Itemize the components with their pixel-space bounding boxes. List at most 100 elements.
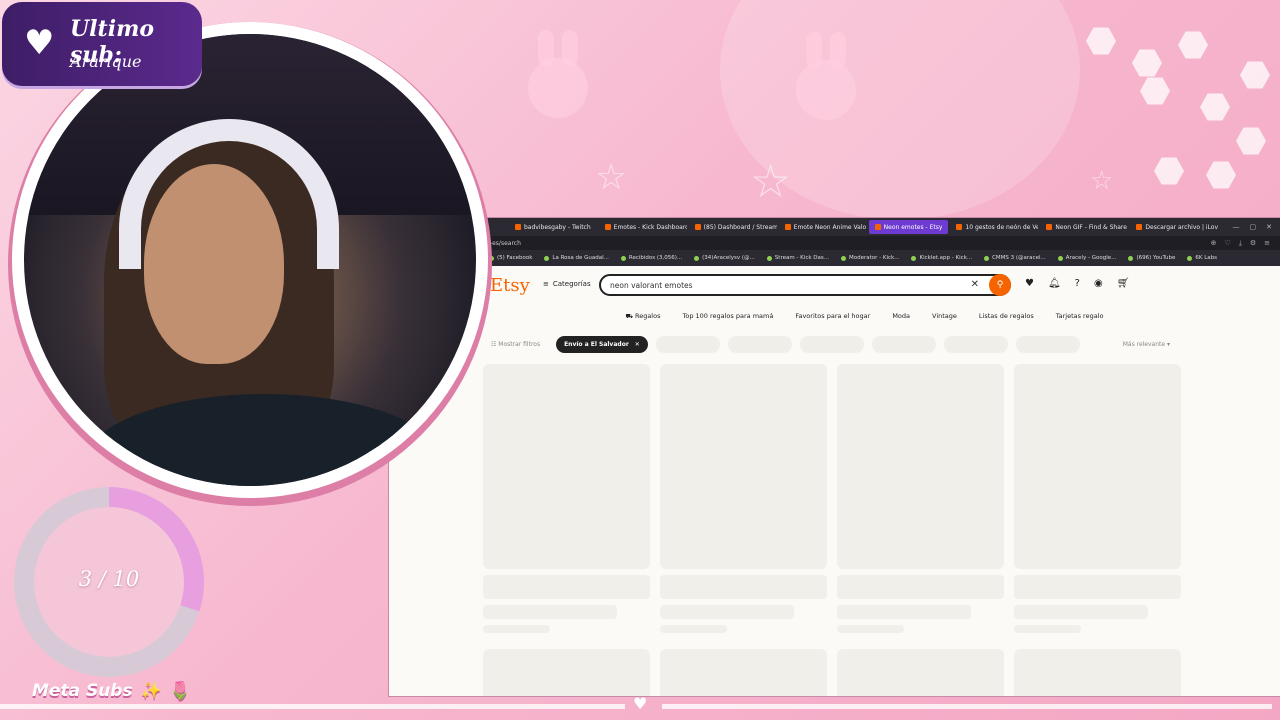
hexagon-icon [1206,161,1236,189]
remove-filter-icon[interactable]: ✕ [635,341,640,348]
filter-placeholder [871,336,936,353]
nav-item[interactable]: Regalos [626,312,661,321]
nav-item[interactable]: Moda [892,312,910,320]
bookmark-item[interactable]: Moderator - Kick... [841,255,899,261]
bookmark-item[interactable]: CMMS 3 (@aracel... [984,255,1046,261]
search-value[interactable]: neon valorant emotes [610,281,693,290]
hexagon-icon [1178,31,1208,59]
browser-tab[interactable]: badvibesgaby - Twitch [509,220,597,234]
clear-search-icon[interactable]: ✕ [971,279,979,290]
categories-label: Categorías [552,280,591,288]
tab-label: 10 gestos de neón de Ve [965,223,1039,231]
bookmark-favicon-icon [1057,255,1063,261]
bookmark-favicon-icon [620,255,626,261]
placeholder-bar [660,575,827,599]
placeholder-bar [483,625,550,633]
search-icon: ⚲ [996,280,1004,290]
maximize-icon[interactable]: ▢ [1250,223,1257,231]
bookmark-label: CMMS 3 (@aracel... [992,255,1046,261]
nav-item[interactable]: Listas de regalos [979,312,1034,320]
show-filters-button[interactable]: ☷ Mostrar filtros [483,336,548,353]
extensions-icon[interactable]: ⚙ [1250,239,1256,248]
help-icon[interactable]: ? [1075,278,1080,289]
window-controls[interactable]: — ▢ ✕ [1233,223,1280,231]
browser-tab[interactable]: Neon emotes - Etsy [868,220,949,234]
etsy-header: Etsy ≡ Categorías neon valorant emotes ✕ … [389,266,1280,306]
download-icon[interactable]: ⤓ [1239,239,1242,248]
results-grid [483,364,1181,696]
placeholder-bar [837,625,904,633]
hexagon-icon [1200,93,1230,121]
placeholder-bar [483,575,650,599]
close-icon[interactable]: ✕ [1266,223,1272,231]
tab-label: Emote Neon Anime Valo [793,223,867,231]
tab-label: Neon emotes - Etsy [883,223,943,231]
browser-toolbar: ⊕ ♡ ⤓ ⚙ ≡ [1211,239,1280,248]
browser-tab[interactable]: Descargar archivo | iLove [1130,220,1218,234]
hexagon-icon [1154,157,1184,185]
cart-icon[interactable]: 🛒︎ [1117,278,1130,289]
nav-item[interactable]: Tarjetas regalo [1056,312,1104,320]
category-nav: Regalos Top 100 regalos para mamá Favorito… [389,306,1280,326]
listing-skeleton [1014,364,1181,696]
browser-tab[interactable]: (85) Dashboard / Stream [689,220,777,234]
listing-image-placeholder [483,364,650,569]
listing-skeleton [483,364,650,696]
search-button[interactable]: ⚲ [989,274,1011,296]
placeholder-bar [1014,605,1148,619]
notifications-icon[interactable]: 🔔︎ [1048,278,1061,289]
webcam-feed [24,34,476,486]
bookmark-item[interactable]: Aracely - Google... [1057,255,1116,261]
bunny-icon [528,30,588,118]
browser-tab[interactable]: Emote Neon Anime Valo [779,220,867,234]
divider-line [662,704,1272,709]
listing-image-placeholder [837,649,1004,696]
search-input[interactable]: neon valorant emotes ✕ ⚲ [599,274,1011,296]
heart-icon: ♥ [24,23,55,63]
nav-item[interactable]: Top 100 regalos para mamá [682,312,773,320]
nav-item[interactable]: Vintage [932,312,957,320]
tab-label: badvibesgaby - Twitch [524,223,591,231]
tulip-icon: 🌷 [169,681,191,701]
meta-subs-text: Meta Subs [32,681,133,701]
browser-tab[interactable]: Emotes - Kick Dashboard [599,220,687,234]
active-filter-chip[interactable]: Envío a El Salvador ✕ [556,336,648,353]
bookmark-item[interactable]: Stream - Kick Das... [766,255,829,261]
bookmark-item[interactable]: La Rosa de Guadal... [544,255,609,261]
sort-label: Más relevante [1122,341,1166,348]
etsy-icon [956,224,963,230]
etsy-logo[interactable]: Etsy [490,275,530,296]
bookmark-item[interactable]: Recibidos (3,056)... [620,255,682,261]
bookmark-favicon-icon [766,255,772,261]
bookmark-item[interactable]: (34)Aracelysv (@... [694,255,755,261]
categories-button[interactable]: ≡ Categorías [543,280,591,288]
active-filter-label: Envío a El Salvador [564,341,629,348]
sort-dropdown[interactable]: Más relevante ▾ [1123,341,1170,348]
zoom-icon[interactable]: ⊕ [1211,239,1217,248]
bookmark-item[interactable]: Kicklet.app - Kick... [911,255,972,261]
tab-bar: badvibesgaby - Twitch Emotes - Kick Dashb… [389,218,1280,236]
bookmark-favicon-icon [489,255,494,261]
bookmark-item[interactable]: (696) YouTube [1128,255,1175,261]
divider-line [0,704,625,709]
bookmark-item[interactable]: 6K Labs [1187,255,1217,261]
minimize-icon[interactable]: — [1233,223,1240,231]
bookmark-label: Moderator - Kick... [849,255,900,261]
menu-icon[interactable]: ≡ [1264,239,1270,248]
heart-icon: ♥ [633,694,648,713]
placeholder-bar [837,605,971,619]
address-bar[interactable]: /us-es/search ⊕ ♡ ⤓ ⚙ ≡ [389,236,1280,250]
browser-tab[interactable]: 10 gestos de neón de Ve [950,220,1038,234]
browser-window: badvibesgaby - Twitch Emotes - Kick Dashb… [389,218,1280,696]
bookmark-label: Kicklet.app - Kick... [919,255,973,261]
etsy-icon [874,224,881,230]
hexagon-icon [1140,77,1170,105]
account-icon[interactable]: ◉ [1094,278,1103,289]
favorites-icon[interactable]: ♥ [1025,278,1034,289]
browser-tab[interactable]: Neon GIF - Find & Share [1040,220,1128,234]
placeholder-bar [837,575,1004,599]
bookmark-icon[interactable]: ♡ [1224,239,1230,248]
listing-image-placeholder [660,649,827,696]
nav-item[interactable]: Favoritos para el hogar [795,312,870,320]
bookmark-item[interactable]: (5) Facebook [489,255,532,261]
